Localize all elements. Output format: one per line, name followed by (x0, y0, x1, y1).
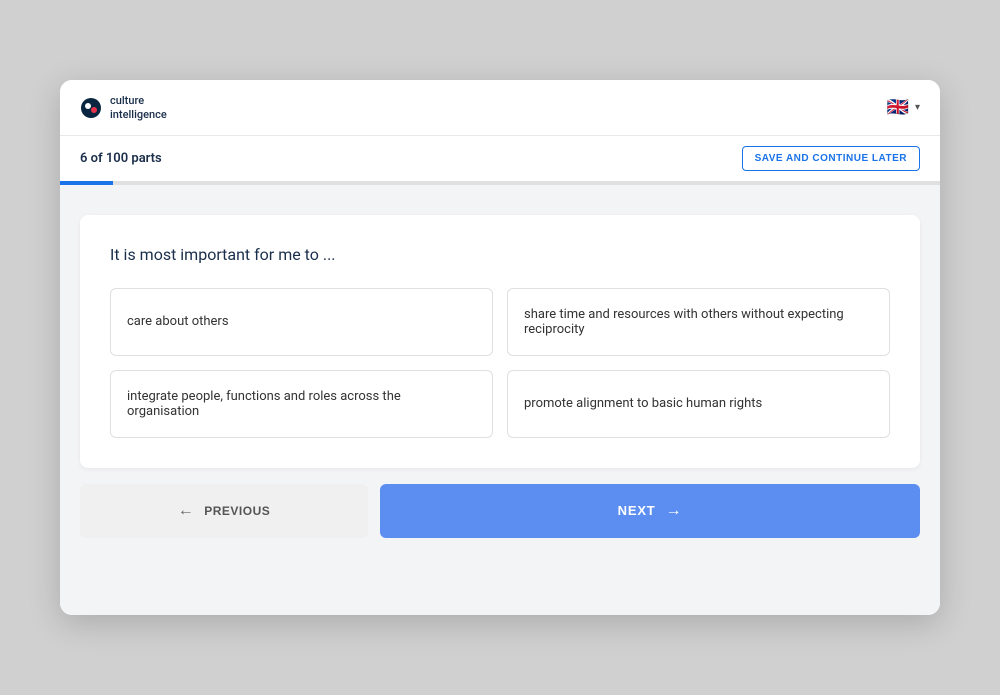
nav-buttons: ← PREVIOUS NEXT → (80, 484, 920, 538)
logo-icon (80, 97, 102, 119)
previous-label: PREVIOUS (204, 504, 270, 518)
logo-area: culture intelligence (80, 94, 167, 120)
header-right[interactable]: 🇬🇧 ▾ (887, 97, 920, 118)
question-text: It is most important for me to ... (110, 245, 890, 264)
flag-icon: 🇬🇧 (887, 97, 909, 118)
option-card-2[interactable]: share time and resources with others wit… (507, 288, 890, 356)
logo-text: culture intelligence (110, 94, 167, 120)
arrow-left-icon: ← (178, 502, 195, 520)
progress-bar-area: 6 of 100 parts SAVE AND CONTINUE LATER (60, 136, 940, 181)
header: culture intelligence 🇬🇧 ▾ (60, 80, 940, 135)
parts-label: 6 of 100 parts (80, 151, 162, 166)
option-card-3[interactable]: integrate people, functions and roles ac… (110, 370, 493, 438)
main-content: It is most important for me to ... care … (60, 185, 940, 615)
chevron-down-icon: ▾ (915, 102, 920, 113)
save-continue-button[interactable]: SAVE AND CONTINUE LATER (742, 146, 920, 171)
next-button[interactable]: NEXT → (380, 484, 920, 538)
option-card-1[interactable]: care about others (110, 288, 493, 356)
options-grid: care about others share time and resourc… (110, 288, 890, 438)
previous-button[interactable]: ← PREVIOUS (80, 484, 368, 538)
next-label: NEXT (618, 503, 656, 518)
app-window: culture intelligence 🇬🇧 ▾ 6 of 100 parts… (60, 80, 940, 614)
question-card: It is most important for me to ... care … (80, 215, 920, 468)
arrow-right-icon: → (666, 502, 683, 520)
option-card-4[interactable]: promote alignment to basic human rights (507, 370, 890, 438)
